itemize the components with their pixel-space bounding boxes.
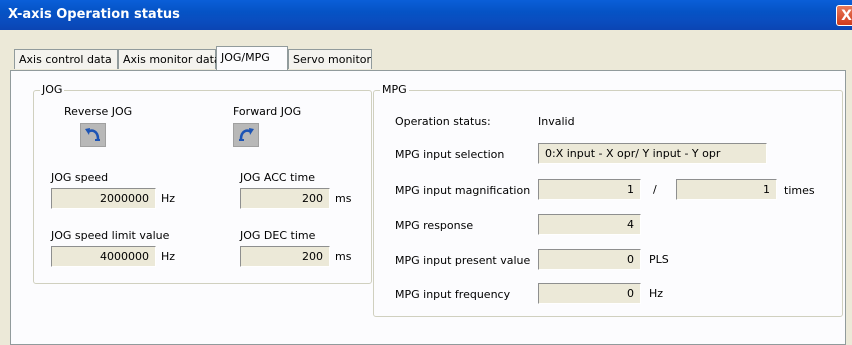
reverse-arrow-icon — [85, 128, 100, 141]
jog-group-label: JOG — [40, 83, 65, 96]
jog-speed-unit: Hz — [161, 192, 176, 205]
mpg-magnification-unit: times — [784, 184, 815, 197]
reverse-jog-button[interactable] — [80, 123, 106, 147]
reverse-jog-label: Reverse JOG — [64, 105, 133, 118]
mpg-magnification-numerator-field: 1 — [538, 179, 641, 200]
jog-group: JOG Reverse JOG Forward JOG JOG speed 20… — [33, 83, 372, 284]
mpg-input-frequency-label: MPG input frequency — [395, 288, 511, 301]
jog-speed-label: JOG speed — [51, 171, 109, 184]
operation-status-label: Operation status: — [395, 115, 491, 128]
mpg-response-label: MPG response — [395, 219, 474, 232]
tab-servo-monitor[interactable]: Servo monitor — [288, 49, 372, 69]
mpg-magnification-separator: / — [653, 183, 657, 196]
forward-jog-label: Forward JOG — [233, 105, 302, 118]
mpg-group: MPG Operation status: Invalid MPG input … — [373, 83, 843, 317]
jog-dec-label: JOG DEC time — [240, 229, 316, 242]
forward-arrow-icon — [239, 128, 254, 141]
jog-speed-limit-field: 4000000 — [51, 246, 156, 267]
tab-axis-control-data[interactable]: Axis control data — [14, 49, 118, 69]
mpg-input-frequency-unit: Hz — [649, 287, 664, 300]
jog-dec-unit: ms — [335, 250, 352, 263]
tab-panel-jog-mpg: JOG Reverse JOG Forward JOG JOG speed 20… — [10, 70, 846, 345]
mpg-group-label: MPG — [380, 83, 409, 96]
jog-acc-label: JOG ACC time — [240, 171, 315, 184]
jog-speed-field: 2000000 — [51, 188, 156, 209]
jog-acc-field: 200 — [240, 188, 330, 209]
window-title: X-axis Operation status — [8, 7, 180, 22]
jog-acc-unit: ms — [335, 192, 352, 205]
mpg-input-present-value-field: 0 — [538, 249, 641, 270]
mpg-input-selection-label: MPG input selection — [395, 148, 505, 161]
jog-speed-limit-label: JOG speed limit value — [51, 229, 170, 242]
jog-speed-limit-unit: Hz — [161, 250, 176, 263]
mpg-response-field: 4 — [538, 214, 641, 235]
mpg-input-frequency-field: 0 — [538, 283, 641, 304]
mpg-input-selection-field: 0:X input - X opr/ Y input - Y opr — [538, 143, 767, 164]
mpg-magnification-denominator-field: 1 — [676, 179, 777, 200]
title-bar[interactable]: X-axis Operation status X — [0, 0, 852, 30]
tab-axis-monitor-data[interactable]: Axis monitor data — [118, 49, 221, 69]
operation-status-value: Invalid — [538, 115, 575, 128]
close-button[interactable]: X — [836, 5, 852, 26]
mpg-input-magnification-label: MPG input magnification — [395, 184, 531, 197]
jog-dec-field: 200 — [240, 246, 330, 267]
forward-jog-button[interactable] — [233, 123, 259, 147]
mpg-input-present-value-label: MPG input present value — [395, 254, 531, 267]
tab-jog-mpg[interactable]: JOG/MPG — [216, 46, 288, 70]
mpg-input-present-value-unit: PLS — [649, 253, 669, 266]
